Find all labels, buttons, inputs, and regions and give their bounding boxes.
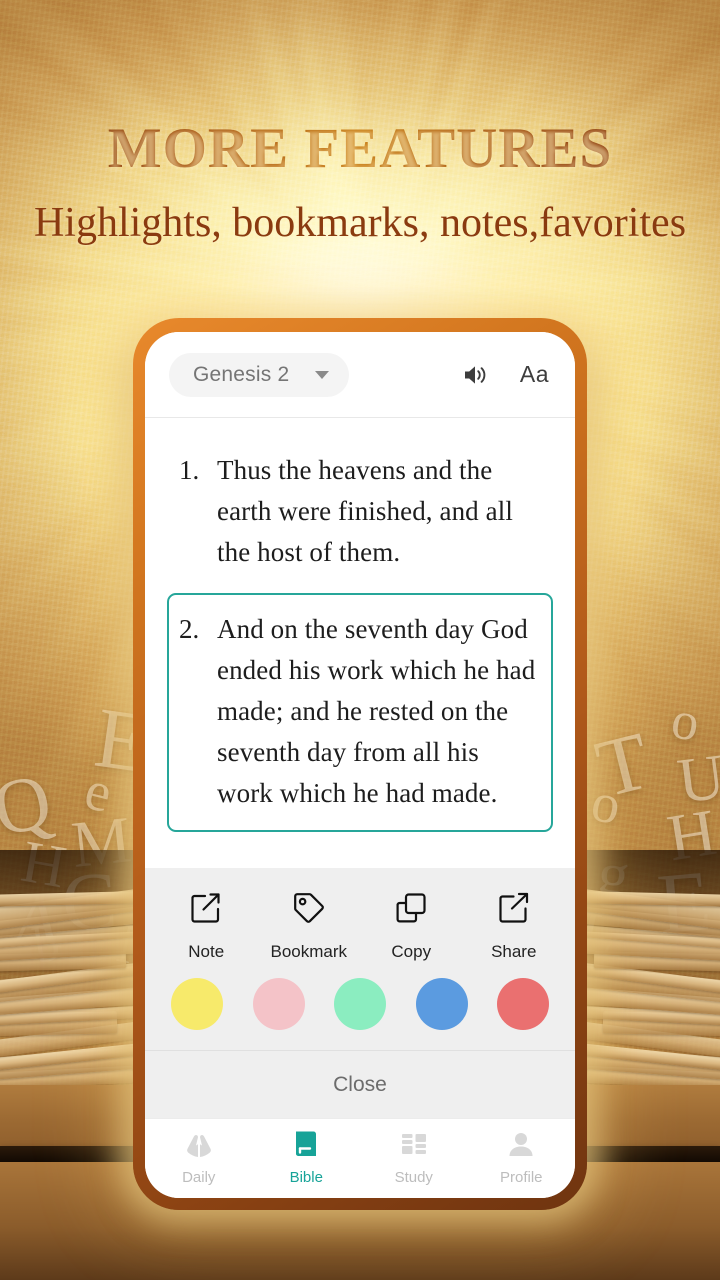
highlight-swatch-blue[interactable] (415, 978, 468, 1030)
praying-hands-icon (183, 1129, 215, 1164)
highlight-swatch-mint[interactable] (334, 978, 386, 1030)
highlight-swatch-yellow[interactable] (171, 978, 223, 1030)
phone-mockup: Genesis 2 Aa 1. Thus the heavens and the… (133, 318, 587, 1210)
chapter-selector[interactable]: Genesis 2 (169, 352, 350, 397)
verse-action-sheet: Note Bookmark Copy Share Close (145, 868, 575, 1118)
share-icon (496, 890, 532, 931)
person-icon (505, 1129, 537, 1164)
action-label: Copy (391, 942, 432, 961)
nav-item-study[interactable]: Study (360, 1129, 468, 1186)
highlight-swatch-red[interactable] (497, 978, 549, 1030)
action-row: Note Bookmark Copy Share (145, 868, 575, 976)
nav-label: Daily (182, 1169, 216, 1186)
note-button[interactable]: Note (155, 890, 258, 962)
nav-label: Study (394, 1169, 433, 1186)
speaker-icon[interactable] (462, 363, 490, 387)
nav-label: Profile (499, 1169, 543, 1186)
verse-number: 2. (179, 614, 200, 645)
chapter-selector-label: Genesis 2 (193, 362, 290, 386)
bottom-navigation: Daily Bible Study Profile (145, 1118, 575, 1198)
decorative-letter: o (586, 770, 626, 838)
verse-text: Thus the heavens and the earth were fini… (217, 455, 513, 568)
verse-number: 1. (179, 455, 200, 485)
nav-label: Bible (289, 1169, 323, 1186)
verse-list[interactable]: 1. Thus the heavens and the earth were f… (145, 418, 575, 868)
promo-headline-block: MORE FEATURES Highlights, bookmarks, not… (0, 116, 720, 247)
verse-row[interactable]: 1. Thus the heavens and the earth were f… (167, 440, 553, 585)
copy-button[interactable]: Copy (360, 890, 463, 962)
columns-icon (398, 1129, 430, 1164)
nav-item-bible[interactable]: Bible (253, 1129, 361, 1186)
page-title: MORE FEATURES (0, 116, 720, 181)
bookmark-button[interactable]: Bookmark (258, 890, 361, 962)
chevron-down-icon (315, 370, 330, 379)
verse-row-selected[interactable]: 2. And on the seventh day God ended his … (167, 593, 553, 833)
highlight-color-row (145, 976, 575, 1050)
nav-item-daily[interactable]: Daily (145, 1129, 253, 1186)
book-icon (290, 1129, 322, 1164)
note-edit-icon (188, 890, 224, 931)
tag-bookmark-icon (291, 890, 327, 931)
font-size-button[interactable]: Aa (520, 361, 549, 388)
highlight-swatch-pink[interactable] (252, 978, 305, 1030)
verse-text: And on the seventh day God ended his wor… (217, 614, 536, 809)
action-label: Share (491, 942, 537, 961)
phone-screen: Genesis 2 Aa 1. Thus the heavens and the… (145, 332, 575, 1198)
close-label: Close (333, 1072, 387, 1096)
font-size-label: Aa (519, 361, 549, 387)
share-button[interactable]: Share (463, 890, 566, 962)
page-subtitle: Highlights, bookmarks, notes,favorites (33, 200, 687, 246)
action-label: Note (188, 942, 225, 961)
app-header: Genesis 2 Aa (145, 332, 575, 418)
action-label: Bookmark (270, 942, 348, 961)
close-button[interactable]: Close (145, 1050, 575, 1118)
copy-icon (393, 890, 429, 931)
nav-item-profile[interactable]: Profile (468, 1129, 576, 1186)
